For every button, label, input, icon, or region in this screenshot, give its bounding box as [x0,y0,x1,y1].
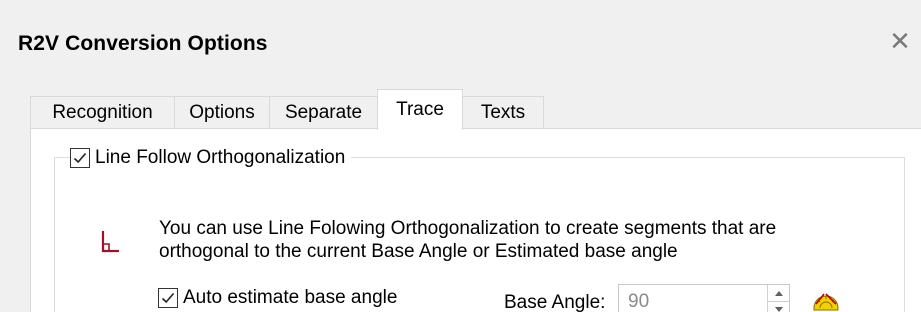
arrow-up-icon [774,290,783,296]
tab-label: Trace [396,99,444,120]
tab-separate[interactable]: Separate [269,96,378,129]
checkmark-icon [161,292,175,304]
title-bar: R2V Conversion Options ✕ [0,0,921,88]
line-follow-orthogonalization-checkbox[interactable] [70,148,90,168]
spin-up-button[interactable] [768,285,789,302]
tab-label: Options [189,102,255,123]
auto-estimate-base-angle-label: Auto estimate base angle [183,287,398,308]
arrow-down-icon [774,306,783,312]
description-line-2: orthogonal to the current Base Angle or … [159,241,678,262]
auto-estimate-row: Auto estimate base angle [158,287,397,309]
base-angle-spinbox[interactable]: 90 [618,284,790,312]
dialog-title: R2V Conversion Options [18,32,268,55]
tab-texts[interactable]: Texts [462,96,544,129]
orthogonal-corner-icon [101,231,119,253]
spin-down-button[interactable] [768,301,789,312]
spin-buttons [767,285,789,312]
tab-label: Texts [480,102,526,123]
tab-options[interactable]: Options [174,96,270,129]
tab-trace[interactable]: Trace [377,89,463,130]
group-header: Line Follow Orthogonalization [70,145,352,171]
tab-label: Recognition [52,102,153,123]
tab-label: Separate [284,102,363,123]
close-button[interactable]: ✕ [883,24,917,58]
protractor-icon[interactable] [811,286,841,312]
auto-estimate-base-angle-checkbox[interactable] [158,288,178,308]
r2v-conversion-options-dialog: R2V Conversion Options ✕ Recognition Opt… [0,0,921,312]
trace-tab-panel: Line Follow Orthogonalization You can us… [30,128,921,312]
close-icon: ✕ [889,25,911,56]
base-angle-value: 90 [628,291,650,312]
checkmark-icon [73,152,87,164]
base-angle-label: Base Angle: [504,292,606,312]
description-line-1: You can use Line Folowing Orthogonalizat… [159,218,777,239]
tab-recognition[interactable]: Recognition [30,96,175,129]
line-follow-orthogonalization-label: Line Follow Orthogonalization [95,147,346,168]
description-text: You can use Line Folowing Orthogonalizat… [159,217,899,263]
line-follow-orthogonalization-group: Line Follow Orthogonalization You can us… [54,145,905,312]
